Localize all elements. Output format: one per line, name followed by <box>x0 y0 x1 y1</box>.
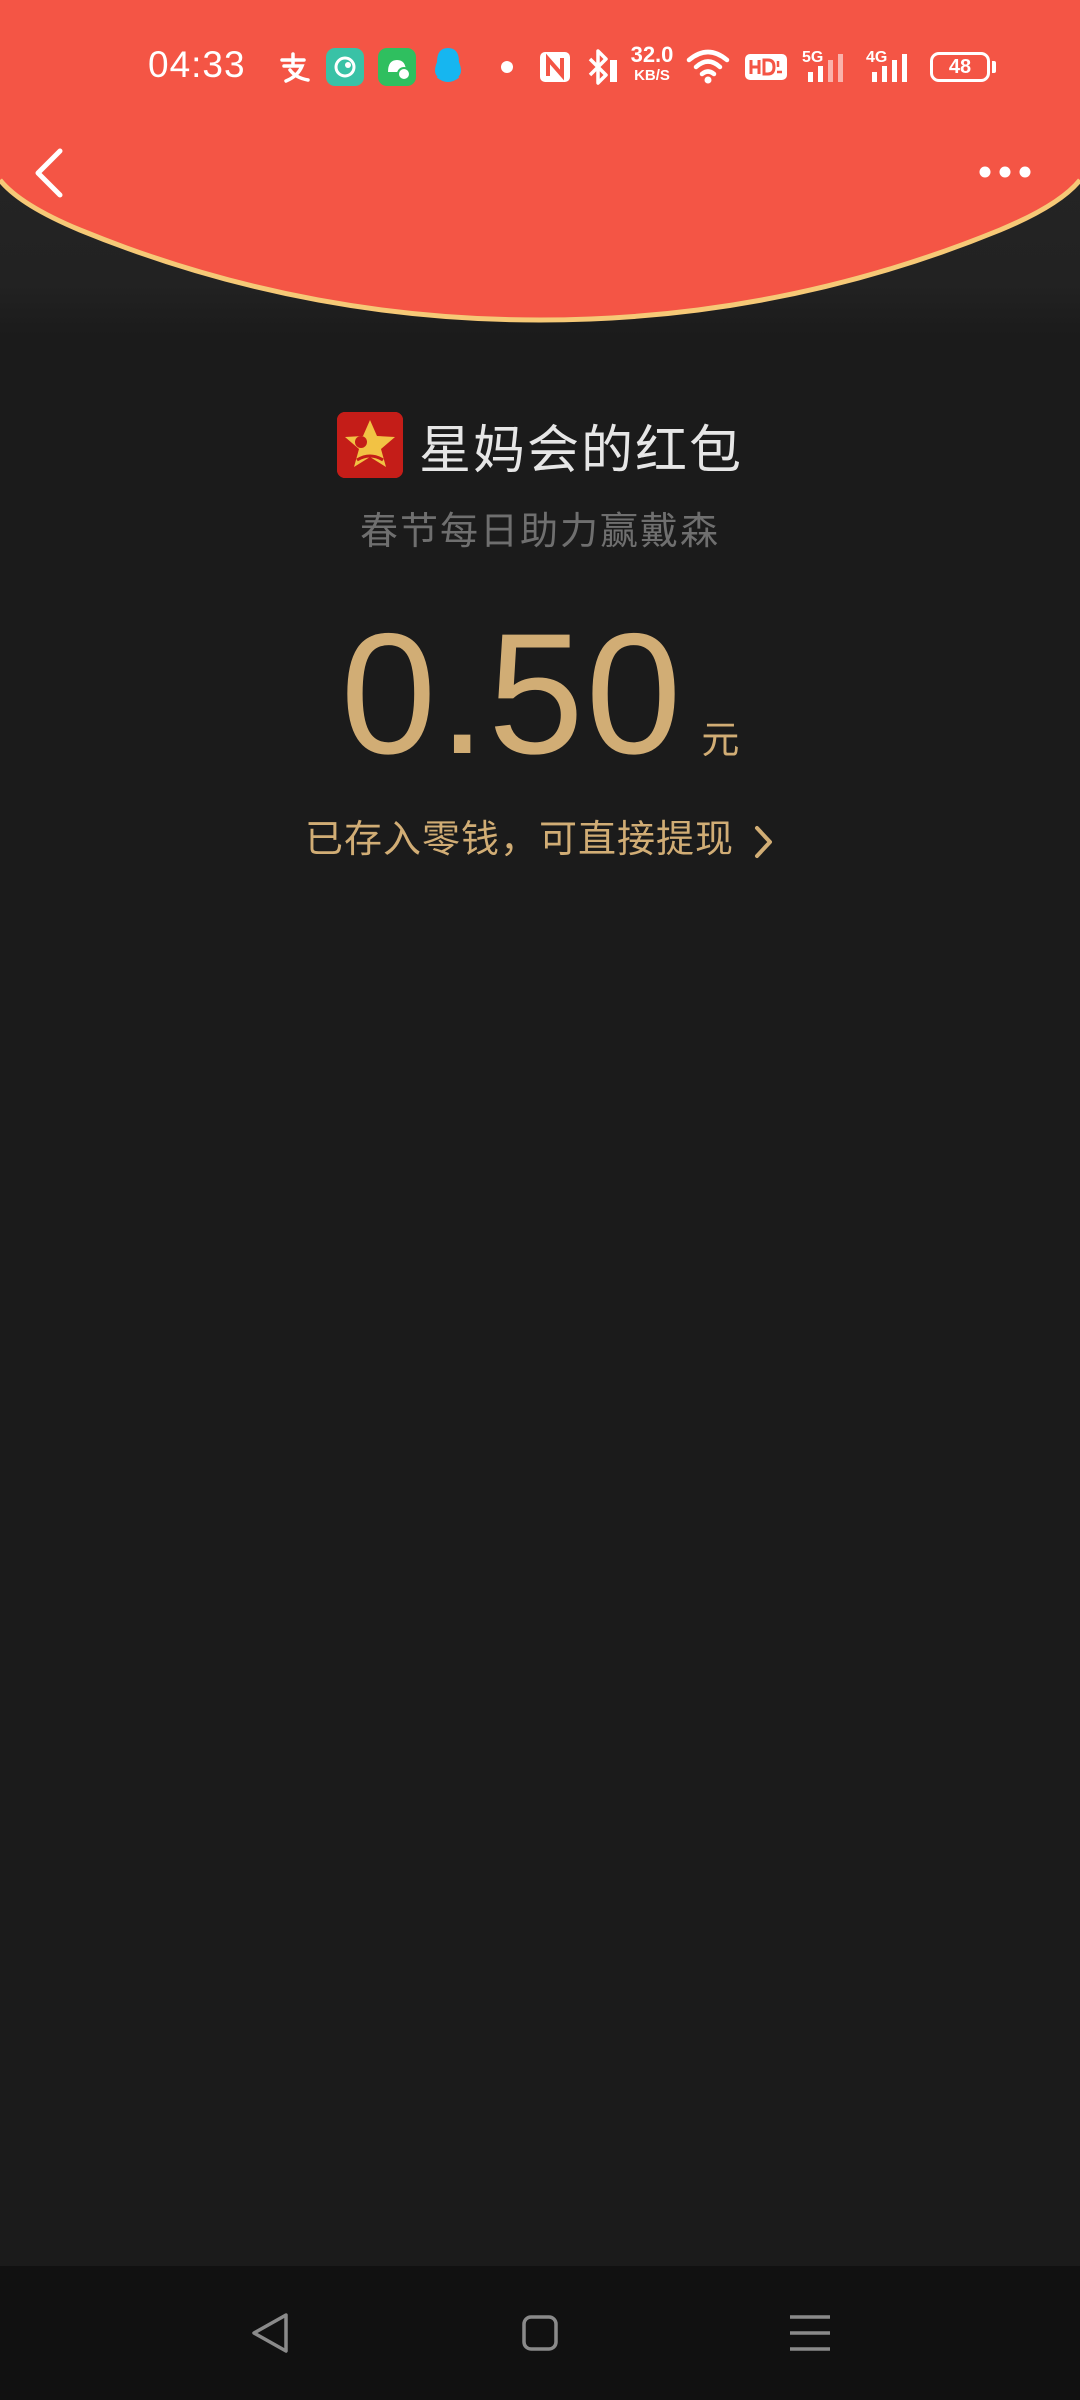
chevron-left-icon <box>35 148 63 198</box>
signal-5g-label: 5G <box>802 49 823 66</box>
network-speed-unit: KB/S <box>634 67 670 84</box>
battery-tip <box>992 61 996 73</box>
wifi-icon <box>686 49 730 84</box>
more-button[interactable] <box>970 150 1040 195</box>
alipay-icon <box>280 52 310 83</box>
triangle-back-icon <box>252 2313 288 2353</box>
chevron-right-icon <box>755 825 773 858</box>
sender-row: 星妈会的红包 <box>0 410 1080 481</box>
sender-avatar <box>336 412 403 478</box>
nfc-icon <box>540 52 570 82</box>
network-speed: 32.0 KB/S <box>624 42 680 84</box>
back-button[interactable] <box>20 135 90 210</box>
signal-4g-label: 4G <box>866 49 887 66</box>
soul-app-icon <box>326 48 364 86</box>
hd-icon <box>745 54 787 80</box>
signal-4g-icon: 4G <box>866 49 907 82</box>
status-bar: 04:33 32.0 KB/S 5G 4G 48 <box>0 0 1080 135</box>
menu-lines-icon <box>790 2315 830 2351</box>
star-mom-logo-icon <box>336 412 403 478</box>
nav-home-button[interactable] <box>508 2301 572 2365</box>
battery-level: 48 <box>948 56 972 78</box>
deposit-link[interactable]: 已存入零钱，可直接提现 <box>0 808 1080 863</box>
nav-back-button[interactable] <box>238 2301 302 2365</box>
bluetooth-icon <box>588 49 617 85</box>
greeting-text: 春节每日助力赢戴森 <box>359 509 720 553</box>
red-packet-detail-screen: 04:33 32.0 KB/S 5G 4G 48 星妈会的红包 春节每日助力赢戴… <box>0 0 1080 2400</box>
dot-icon <box>501 61 513 73</box>
network-speed-value: 32.0 <box>630 42 674 67</box>
android-app-icon <box>378 48 416 86</box>
amount-row: 0.50 元 <box>0 598 1080 790</box>
nav-menu-button[interactable] <box>778 2301 842 2365</box>
status-time: 04:33 <box>148 44 246 85</box>
more-dots-icon <box>979 166 1031 178</box>
amount-value: 0.50 <box>340 598 684 790</box>
qq-icon <box>435 48 461 82</box>
sender-name: 星妈会的红包 <box>418 420 743 481</box>
battery-icon: 48 <box>930 52 990 82</box>
system-nav-bar <box>0 2266 1080 2400</box>
signal-5g-icon: 5G <box>802 49 843 82</box>
deposit-text: 已存入零钱，可直接提现 <box>304 817 734 861</box>
amount-unit: 元 <box>701 718 740 762</box>
square-home-icon <box>522 2315 558 2351</box>
